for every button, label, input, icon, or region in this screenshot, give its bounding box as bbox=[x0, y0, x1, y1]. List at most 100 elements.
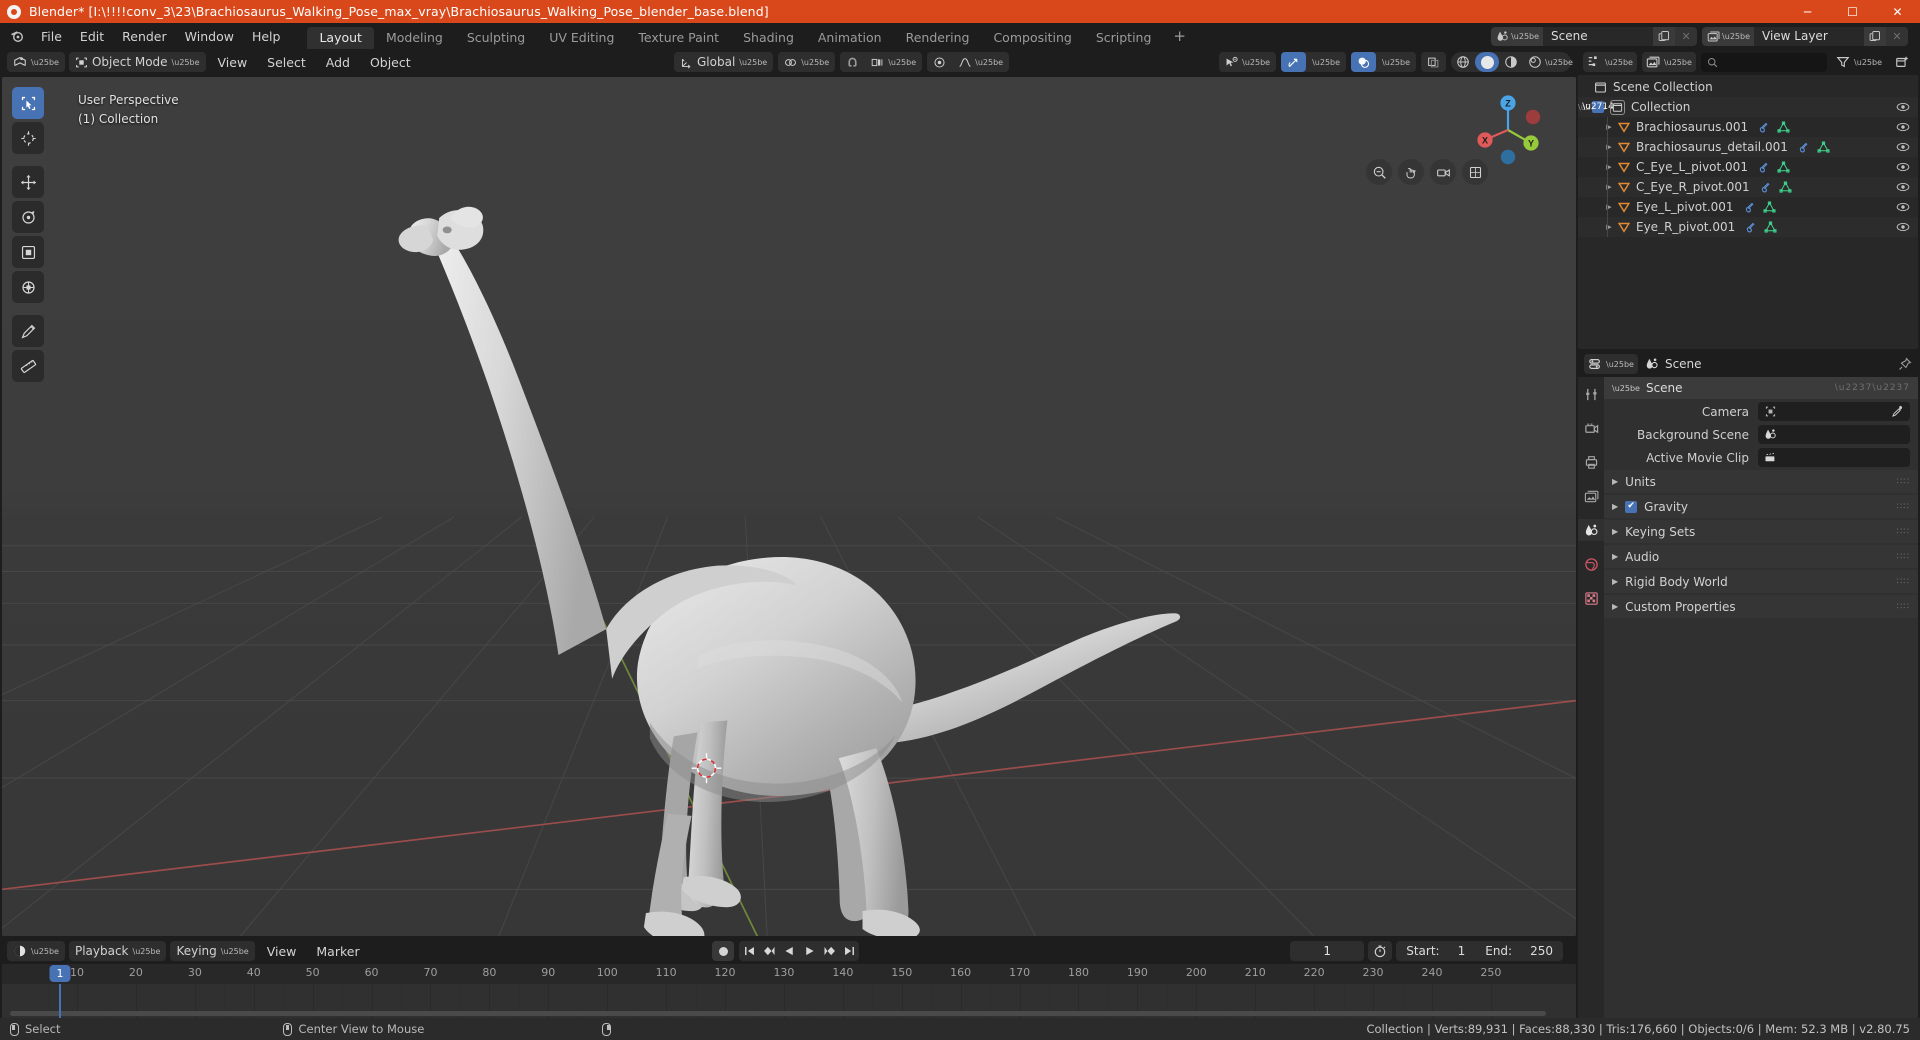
outliner-search-input[interactable] bbox=[1700, 52, 1828, 72]
scene-icon[interactable]: \u25be bbox=[1491, 26, 1544, 46]
camera-view-icon[interactable] bbox=[1430, 159, 1456, 185]
object-visibility-icon[interactable] bbox=[1896, 221, 1910, 233]
outliner-row-collection[interactable]: \u25be \u2714 Collection bbox=[1578, 97, 1918, 117]
object-expand-icon[interactable]: ▶ bbox=[1602, 203, 1616, 211]
timeline-menu-playback[interactable]: Playback \u25be bbox=[68, 941, 167, 961]
tab-compositing[interactable]: Compositing bbox=[981, 27, 1083, 49]
auto-keying-icon[interactable] bbox=[1368, 941, 1393, 961]
timeline-menu-marker[interactable]: Marker bbox=[308, 941, 367, 962]
transform-tool[interactable] bbox=[12, 271, 44, 303]
play-reverse-icon[interactable] bbox=[779, 941, 799, 961]
xray-toggle-icon[interactable] bbox=[1421, 52, 1446, 72]
menu-edit[interactable]: Edit bbox=[71, 25, 113, 48]
world-tab[interactable] bbox=[1578, 553, 1604, 575]
modifier-icon[interactable] bbox=[1757, 161, 1770, 174]
start-frame-field[interactable]: Start: 1 bbox=[1396, 941, 1475, 961]
outliner-row-scene-collection[interactable]: Scene Collection bbox=[1578, 77, 1918, 97]
outliner-row-object[interactable]: ▶ Eye_L_pivot.001 bbox=[1578, 197, 1918, 217]
modifier-icon[interactable] bbox=[1759, 181, 1772, 194]
object-visibility-icon[interactable] bbox=[1896, 121, 1910, 133]
tab-animation[interactable]: Animation bbox=[806, 27, 894, 49]
proportional-edit-icon[interactable] bbox=[927, 52, 952, 72]
falloff-curve-icon[interactable]: \u25be bbox=[952, 52, 1009, 72]
tab-shading[interactable]: Shading bbox=[731, 27, 806, 49]
shading-options-dropdown[interactable]: \u25be bbox=[1545, 52, 1573, 72]
blender-menu-icon[interactable] bbox=[6, 25, 28, 47]
timeline-ruler[interactable]: 10 20 30 40 50 60 70 80 90 100 110 120 130 140 150 160 1… bbox=[2, 964, 1576, 984]
scene-tab[interactable] bbox=[1578, 519, 1604, 541]
filter-id-icon[interactable]: \u25be bbox=[1641, 52, 1696, 72]
outliner-row-object[interactable]: ▶ Brachiosaurus.001 bbox=[1578, 117, 1918, 137]
tab-sculpting[interactable]: Sculpting bbox=[455, 27, 537, 49]
snap-target-selector[interactable]: \u25be bbox=[865, 52, 922, 72]
mesh-data-icon[interactable] bbox=[1764, 220, 1777, 234]
overlays-icon[interactable] bbox=[1351, 52, 1377, 72]
scene-name[interactable]: Scene bbox=[1543, 26, 1654, 46]
unlink-scene-button[interactable]: ✕ bbox=[1675, 26, 1698, 46]
collection-visibility-icon[interactable] bbox=[1896, 101, 1910, 113]
view-layer-name[interactable]: View Layer bbox=[1754, 26, 1864, 46]
menu-file[interactable]: File bbox=[32, 25, 71, 48]
outliner-row-object[interactable]: ▶ Brachiosaurus_detail.001 bbox=[1578, 137, 1918, 157]
shading-rendered-button[interactable] bbox=[1523, 52, 1547, 72]
object-expand-icon[interactable]: ▶ bbox=[1602, 123, 1616, 131]
property-section-header[interactable]: ▶ ✔ Gravity ∷∷ bbox=[1604, 495, 1918, 518]
timeline-track-area[interactable] bbox=[2, 984, 1576, 1018]
next-keyframe-icon[interactable] bbox=[819, 941, 839, 961]
tab-rendering[interactable]: Rendering bbox=[894, 27, 982, 49]
object-visibility-icon[interactable] bbox=[1896, 161, 1910, 173]
property-value-field[interactable] bbox=[1758, 425, 1910, 444]
select-box-tool[interactable] bbox=[12, 87, 44, 119]
outliner-row-object[interactable]: ▶ C_Eye_L_pivot.001 bbox=[1578, 157, 1918, 177]
modifier-icon[interactable] bbox=[1743, 201, 1756, 214]
new-collection-icon[interactable] bbox=[1891, 52, 1913, 72]
playhead-line[interactable] bbox=[59, 984, 61, 1018]
remove-view-layer-button[interactable]: ✕ bbox=[1886, 26, 1908, 46]
viewport-menu-add[interactable]: Add bbox=[318, 52, 358, 73]
mesh-data-icon[interactable] bbox=[1777, 120, 1790, 134]
rotate-tool[interactable] bbox=[12, 201, 44, 233]
previous-keyframe-icon[interactable] bbox=[759, 941, 779, 961]
viewport-menu-object[interactable]: Object bbox=[362, 52, 419, 73]
transform-orientation-selector[interactable]: Global \u25be bbox=[674, 52, 774, 72]
object-expand-icon[interactable]: ▶ bbox=[1602, 143, 1616, 151]
measure-tool[interactable] bbox=[12, 350, 44, 382]
current-frame-field[interactable]: 1 bbox=[1290, 941, 1365, 961]
editor-type-3dview-icon[interactable]: \u25be bbox=[7, 52, 65, 72]
playhead-badge[interactable]: 1 bbox=[49, 965, 71, 982]
mesh-data-icon[interactable] bbox=[1779, 180, 1792, 194]
jump-to-end-icon[interactable] bbox=[839, 941, 859, 961]
view-layer-selector[interactable]: \u25be View Layer ✕ bbox=[1702, 26, 1908, 46]
end-frame-field[interactable]: End: 250 bbox=[1475, 941, 1563, 961]
3d-viewport[interactable]: User Perspective (1) Collection Z Y X bbox=[2, 77, 1576, 936]
outliner-row-object[interactable]: ▶ C_Eye_R_pivot.001 bbox=[1578, 177, 1918, 197]
tab-layout[interactable]: Layout bbox=[307, 27, 374, 49]
gizmo-options-dropdown[interactable]: \u25be bbox=[1306, 52, 1346, 72]
view-layer-tab[interactable] bbox=[1578, 485, 1604, 507]
object-visibility-icon[interactable] bbox=[1896, 181, 1910, 193]
object-visibility-icon[interactable] bbox=[1896, 201, 1910, 213]
view-layer-icon[interactable]: \u25be bbox=[1702, 26, 1754, 46]
property-section-header[interactable]: ▶ Rigid Body World ∷∷ bbox=[1604, 570, 1918, 593]
property-section-header[interactable]: ▶ Audio ∷∷ bbox=[1604, 545, 1918, 568]
properties-editor-icon[interactable]: \u25be bbox=[1584, 354, 1638, 374]
eyedropper-icon[interactable] bbox=[1891, 405, 1904, 418]
mesh-data-icon[interactable] bbox=[1777, 160, 1790, 174]
mesh-data-icon[interactable] bbox=[1763, 200, 1776, 214]
modifier-icon[interactable] bbox=[1797, 141, 1810, 154]
move-tool[interactable] bbox=[12, 166, 44, 198]
output-tab[interactable] bbox=[1578, 451, 1604, 473]
menu-render[interactable]: Render bbox=[113, 25, 176, 48]
viewport-menu-select[interactable]: Select bbox=[259, 52, 314, 73]
new-view-layer-button[interactable] bbox=[1864, 26, 1886, 46]
minimize-button[interactable]: ─ bbox=[1785, 0, 1830, 23]
toggle-ortho-icon[interactable] bbox=[1462, 159, 1488, 185]
cursor-tool[interactable] bbox=[12, 122, 44, 154]
modifier-icon[interactable] bbox=[1757, 121, 1770, 134]
maximize-button[interactable]: ☐ bbox=[1830, 0, 1875, 23]
object-expand-icon[interactable]: ▶ bbox=[1602, 223, 1616, 231]
scale-tool[interactable] bbox=[12, 236, 44, 268]
property-value-field[interactable] bbox=[1758, 448, 1910, 467]
timeline-menu-keying[interactable]: Keying \u25be bbox=[170, 941, 255, 961]
shading-wireframe-button[interactable] bbox=[1451, 52, 1475, 72]
